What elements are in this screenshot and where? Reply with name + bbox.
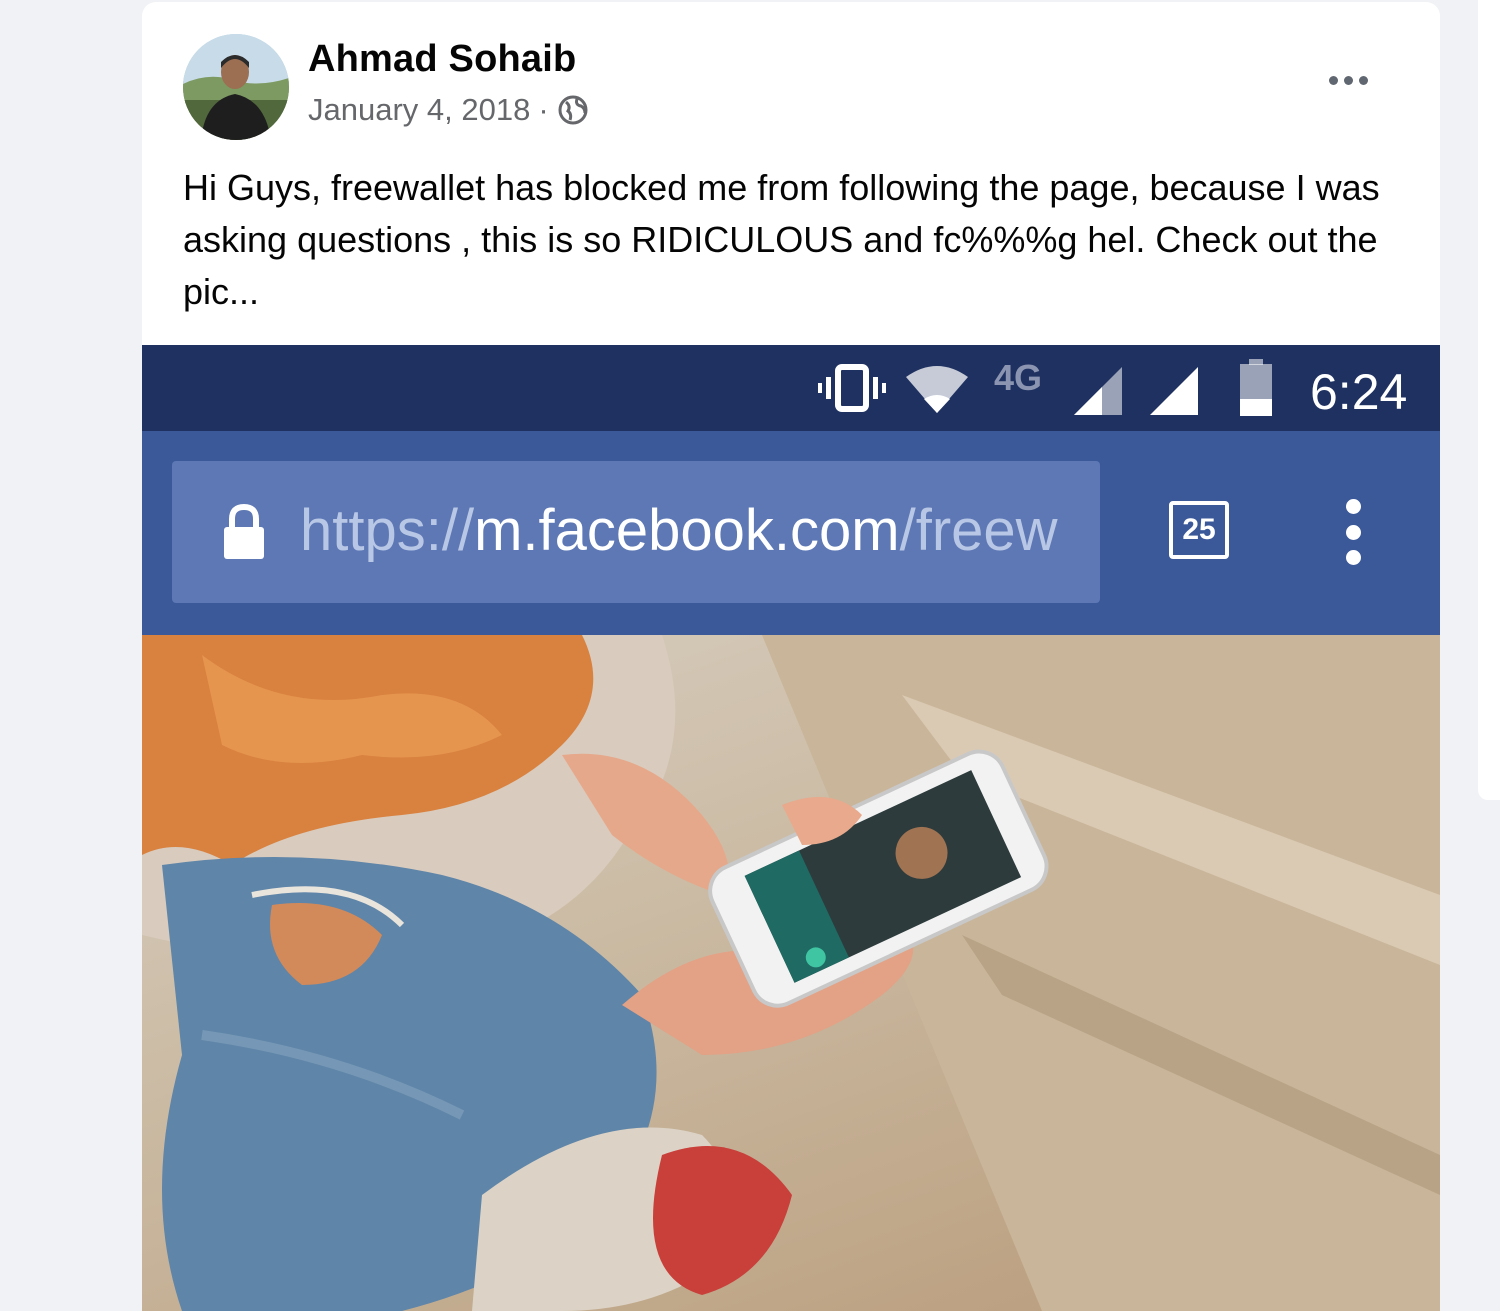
post-date[interactable]: January 4, 2018 <box>308 92 530 128</box>
globe-icon[interactable] <box>557 94 589 126</box>
browser-toolbar: https://m.facebook.com/freew 25 <box>142 431 1440 635</box>
author-name[interactable]: Ahmad Sohaib <box>308 38 576 81</box>
author-avatar[interactable] <box>183 34 289 140</box>
signal-icon <box>1074 367 1122 415</box>
network-type: 4G <box>994 357 1043 398</box>
url-bar[interactable]: https://m.facebook.com/freew <box>172 461 1100 603</box>
phone-status-bar: 4G 6:24 <box>142 345 1440 431</box>
wifi-icon <box>906 366 968 413</box>
meta-separator: · <box>538 92 549 127</box>
url-scheme: https:// <box>300 498 475 563</box>
more-options-icon[interactable] <box>1318 60 1378 100</box>
post-card: Ahmad Sohaib January 4, 2018 · Hi Guys, … <box>142 2 1440 1311</box>
phone-in-hands-illustration <box>142 635 1440 1311</box>
url-text: https://m.facebook.com/freew <box>300 497 1058 564</box>
url-host: m.facebook.com <box>474 498 900 563</box>
post-text: Hi Guys, freewallet has blocked me from … <box>183 167 1380 312</box>
post-image[interactable]: 4G 6:24 https://m.facebook.com/freew 25 <box>142 345 1440 1311</box>
clock: 6:24 <box>1310 364 1408 420</box>
post-meta: January 4, 2018 · <box>308 92 589 128</box>
url-path: /freew <box>899 498 1058 563</box>
vibrate-icon <box>818 364 886 412</box>
kebab-menu-icon[interactable] <box>1338 499 1368 565</box>
scrollbar-track[interactable] <box>1478 0 1500 800</box>
stock-photo <box>142 635 1440 1311</box>
battery-icon <box>1240 359 1272 416</box>
tab-count-button[interactable]: 25 <box>1169 501 1229 559</box>
lock-icon <box>224 503 264 559</box>
signal-icon <box>1150 367 1198 415</box>
